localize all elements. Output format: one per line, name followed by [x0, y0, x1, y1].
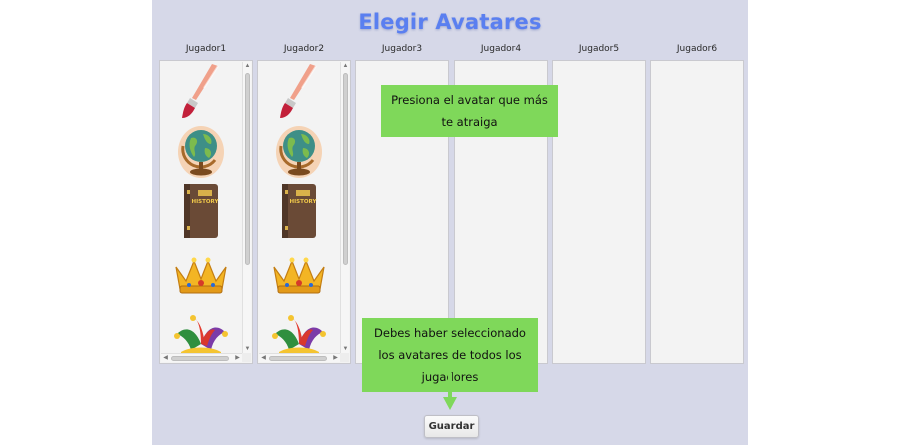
history-book-icon: HISTORY	[184, 184, 220, 238]
vertical-scrollbar-player-2[interactable]: ▲ ▼	[340, 62, 349, 354]
globe-avatar[interactable]	[160, 121, 242, 181]
crown-avatar[interactable]	[258, 245, 340, 305]
crown-icon	[175, 257, 227, 294]
brush-icon	[280, 64, 317, 118]
choose-avatar-tip: Presiona el avatar que más te atraiga	[381, 85, 558, 137]
scroll-thumb[interactable]	[343, 73, 348, 265]
scroll-right-icon[interactable]: ▶	[331, 354, 340, 363]
avatar-list-player-5[interactable]	[552, 60, 646, 364]
player-label-1: Jugador1	[185, 44, 227, 54]
player-label-5: Jugador5	[578, 44, 620, 54]
scroll-right-icon[interactable]: ▶	[233, 354, 242, 363]
book-title-text: HISTORY	[290, 199, 318, 205]
page-title: Elegir Avatares	[358, 10, 542, 34]
avatar-list-player-2[interactable]: HISTORY ▲ ▼ ◀ ▶	[257, 60, 351, 364]
globe-icon	[178, 126, 224, 178]
brush-avatar[interactable]	[160, 61, 242, 121]
crown-avatar[interactable]	[160, 245, 242, 305]
scroll-up-icon[interactable]: ▲	[243, 62, 252, 71]
avatar-selection-window: Elegir Avatares Jugador1 Jugador2 Jugado…	[152, 0, 748, 445]
crown-icon	[273, 257, 325, 294]
brush-icon	[182, 64, 219, 118]
player-label-4: Jugador4	[480, 44, 522, 54]
save-button[interactable]: Guardar	[424, 415, 479, 438]
history-book-icon: HISTORY	[282, 184, 318, 238]
globe-icon	[276, 126, 322, 178]
scroll-thumb[interactable]	[245, 73, 250, 265]
horizontal-scrollbar-player-1[interactable]: ◀ ▶	[161, 353, 242, 362]
avatar-list-player-6[interactable]	[650, 60, 744, 364]
scroll-up-icon[interactable]: ▲	[341, 62, 350, 71]
scroll-thumb[interactable]	[269, 356, 327, 361]
scroll-left-icon[interactable]: ◀	[161, 354, 170, 363]
avatar-list-player-1[interactable]: HISTORY ▲ ▼ ◀ ▶	[159, 60, 253, 364]
player-label-6: Jugador6	[676, 44, 718, 54]
player-label-3: Jugador3	[381, 44, 423, 54]
book-title-text: HISTORY	[192, 199, 220, 205]
scroll-thumb[interactable]	[171, 356, 229, 361]
scroll-left-icon[interactable]: ◀	[259, 354, 268, 363]
arrow-down-icon	[443, 373, 457, 410]
history-book-avatar[interactable]: HISTORY	[160, 181, 242, 241]
horizontal-scrollbar-player-2[interactable]: ◀ ▶	[259, 353, 340, 362]
history-book-avatar[interactable]: HISTORY	[258, 181, 340, 241]
brush-avatar[interactable]	[258, 61, 340, 121]
vertical-scrollbar-player-1[interactable]: ▲ ▼	[242, 62, 251, 354]
scroll-corner	[242, 353, 251, 362]
globe-avatar[interactable]	[258, 121, 340, 181]
scroll-corner	[340, 353, 349, 362]
player-label-2: Jugador2	[283, 44, 325, 54]
